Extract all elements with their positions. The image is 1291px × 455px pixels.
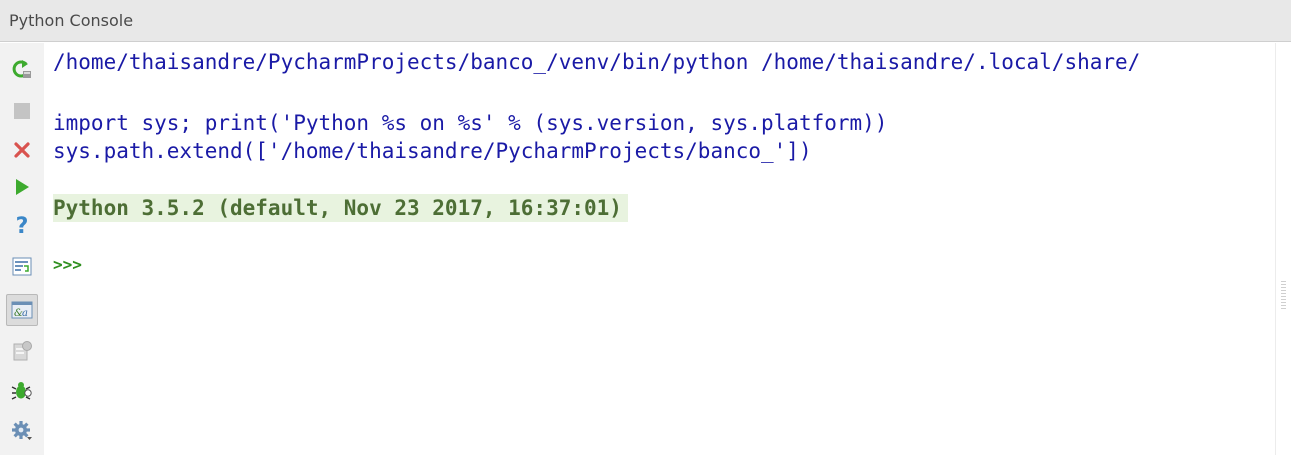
panel-title: Python Console: [9, 11, 134, 30]
console-output[interactable]: /home/thaisandre/PycharmProjects/banco_/…: [44, 43, 1275, 455]
svg-text:?: ?: [16, 214, 29, 236]
close-icon: [14, 142, 30, 158]
soft-wrap-icon: [12, 257, 32, 276]
python-console-panel: Python Console ? & a /home/thaisandre/Py…: [0, 0, 1291, 455]
bug-icon: [11, 382, 32, 400]
settings-button[interactable]: [6, 415, 38, 447]
execute-button[interactable]: [6, 171, 38, 203]
help-icon: ?: [16, 214, 29, 236]
vertical-scrollbar[interactable]: [1275, 43, 1291, 455]
import-sys-line: import sys; print('Python %s on %s' % (s…: [53, 111, 888, 135]
stop-icon: [14, 103, 30, 119]
play-icon: [16, 179, 29, 195]
stop-button[interactable]: [6, 95, 38, 127]
soft-wrap-button[interactable]: [6, 250, 38, 282]
rerun-icon: [12, 60, 31, 78]
variables-icon: & a: [11, 301, 33, 319]
console-history-button[interactable]: [6, 335, 38, 367]
help-button[interactable]: ?: [6, 209, 38, 241]
command-line-text: /home/thaisandre/PycharmProjects/banco_/…: [53, 50, 1141, 74]
close-button[interactable]: [6, 134, 38, 166]
console-prompt[interactable]: >>>: [53, 251, 82, 279]
show-variables-button[interactable]: & a: [6, 294, 38, 326]
rerun-console-button[interactable]: [6, 53, 38, 85]
history-icon: [13, 341, 32, 361]
panel-header: Python Console: [0, 0, 1291, 42]
gear-icon: [12, 421, 32, 440]
sys-path-line: sys.path.extend(['/home/thaisandre/Pycha…: [53, 139, 812, 163]
attach-debugger-button[interactable]: [6, 375, 38, 407]
scrollbar-grip[interactable]: [1281, 281, 1286, 309]
python-version-banner: Python 3.5.2 (default, Nov 23 2017, 16:3…: [53, 194, 628, 222]
svg-text:a: a: [22, 308, 28, 319]
console-toolbar: ? & a: [0, 43, 44, 455]
